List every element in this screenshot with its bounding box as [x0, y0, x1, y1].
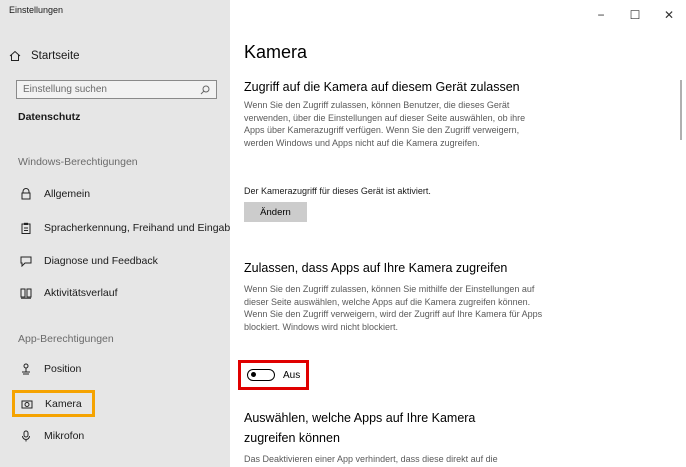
- app-title: Einstellungen: [9, 5, 64, 15]
- search-icon[interactable]: [200, 85, 210, 95]
- location-icon: [22, 363, 30, 375]
- home-link[interactable]: Startseite: [9, 46, 80, 66]
- sidebar-item-label: Spracherkennung, Freihand und Eingabe: [44, 222, 237, 234]
- maximize-button[interactable]: ☐: [618, 0, 652, 30]
- sidebar-item-position[interactable]: Position: [18, 358, 81, 380]
- section3-text: Das Deaktivieren einer App verhindert, d…: [244, 454, 498, 464]
- group-windows-permissions: Windows-Berechtigungen: [18, 156, 138, 168]
- timeline-icon: [20, 288, 32, 299]
- home-icon: [9, 50, 21, 61]
- camera-icon: [21, 400, 33, 408]
- sidebar-item-microphone[interactable]: Mikrofon: [18, 425, 84, 447]
- page-title: Kamera: [244, 42, 308, 62]
- minimize-button[interactable]: −: [584, 0, 618, 30]
- sidebar-item-label: Kamera: [45, 397, 82, 410]
- search-box[interactable]: [16, 80, 217, 99]
- sidebar-item-label: Allgemein: [44, 188, 91, 200]
- toggle-highlight: Aus: [238, 360, 309, 390]
- section3-heading-line2: zugreifen können: [244, 431, 340, 445]
- section-title: Datenschutz: [18, 111, 81, 123]
- section1-text: Wenn Sie den Zugriff zulassen, können Be…: [244, 100, 526, 148]
- settings-window: Einstellungen Startseite Datenschutz Win…: [0, 0, 686, 467]
- sidebar-item-label: Aktivitätsverlauf: [44, 287, 118, 299]
- change-button[interactable]: Ändern: [244, 202, 307, 222]
- sidebar-item-speech[interactable]: Spracherkennung, Freihand und Eingabe: [18, 217, 236, 239]
- sidebar-item-label: Mikrofon: [44, 430, 85, 442]
- sidebar-item-label: Position: [44, 363, 82, 375]
- sidebar-item-camera[interactable]: Kamera: [12, 390, 95, 417]
- sidebar-item-general[interactable]: Allgemein: [18, 183, 90, 205]
- sidebar-item-diagnostics[interactable]: Diagnose und Feedback: [18, 250, 158, 272]
- search-input[interactable]: [23, 84, 193, 95]
- content-pane: − ☐ ✕ Kamera Zugriff auf die Kamera auf …: [230, 0, 686, 467]
- close-button[interactable]: ✕: [652, 0, 686, 30]
- section2-text: Wenn Sie den Zugriff zulassen, können Si…: [244, 284, 543, 332]
- microphone-icon: [22, 430, 30, 442]
- feedback-icon: [20, 256, 32, 267]
- toggle-label: Aus: [283, 369, 301, 381]
- app-camera-access-toggle[interactable]: [247, 369, 275, 381]
- home-label: Startseite: [31, 50, 80, 62]
- section1-heading: Zugriff auf die Kamera auf diesem Gerät …: [244, 80, 520, 94]
- camera-access-status: Der Kamerazugriff für dieses Gerät ist a…: [244, 186, 431, 196]
- scrollbar[interactable]: [680, 80, 682, 140]
- sidebar-item-activity[interactable]: Aktivitätsverlauf: [18, 282, 118, 304]
- section3-heading-line1: Auswählen, welche Apps auf Ihre Kamera: [244, 411, 476, 425]
- section2-heading: Zulassen, dass Apps auf Ihre Kamera zugr…: [244, 261, 508, 275]
- lock-icon: [21, 188, 31, 200]
- clipboard-icon: [21, 222, 31, 234]
- window-controls: − ☐ ✕: [584, 0, 686, 30]
- sidebar-item-label: Diagnose und Feedback: [44, 255, 158, 267]
- group-app-permissions: App-Berechtigungen: [18, 333, 114, 345]
- sidebar: Einstellungen Startseite Datenschutz Win…: [0, 0, 236, 467]
